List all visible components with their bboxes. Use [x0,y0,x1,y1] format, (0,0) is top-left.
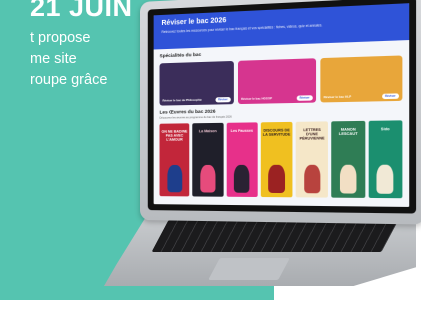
book-title: LETTRES D'UNE PÉRUVIENNE [299,127,325,141]
book-cover[interactable]: Sido [368,120,403,199]
book-illustration [376,164,394,194]
laptop-screen: Réviser le bac 2026 Retrouvez toutes les… [153,3,410,207]
books-row: ON NE BADINE PAS AVEC L'AMOUR La Maison … [159,120,403,199]
laptop-keyboard [151,220,399,252]
reviser-button[interactable]: Réviser [215,97,231,103]
card-label: Réviser le bac HGGSP [241,96,273,101]
book-title: La Maison [198,129,217,134]
book-cover[interactable]: LETTRES D'UNE PÉRUVIENNE [295,121,329,198]
book-cover[interactable]: Les Fausses [226,122,258,197]
book-illustration [303,164,321,194]
card-label: Réviser le bac de Philosophie [162,97,202,103]
book-illustration [268,164,285,194]
laptop-trackpad [208,258,290,280]
book-cover[interactable]: La Maison [192,122,224,197]
book-title: Sido [380,126,390,132]
book-title: MANON LESCAUT [338,127,358,137]
book-title: DISCOURS DE LA SERVITUDE [262,128,291,137]
book-cover[interactable]: DISCOURS DE LA SERVITUDE [260,121,293,198]
promo-heading: 21 JUIN [30,0,133,22]
reviser-button[interactable]: Réviser [296,95,313,101]
specialite-card[interactable]: Réviser le bac HLP Réviser [320,55,403,103]
specialite-card[interactable]: Réviser le bac de Philosophie Réviser [159,60,234,106]
reviser-button[interactable]: Réviser [381,93,400,100]
card-label: Réviser le bac HLP [323,94,352,100]
specialites-section: Spécialités du bac Réviser le bac de Phi… [154,40,410,106]
laptop-lid: Réviser le bac 2026 Retrouvez toutes les… [140,0,421,225]
book-title: Les Fausses [230,128,253,134]
book-cover[interactable]: ON NE BADINE PAS AVEC L'AMOUR [159,123,190,197]
specialites-cards: Réviser le bac de Philosophie Réviser Ré… [159,55,403,106]
book-illustration [339,164,357,194]
book-illustration [200,164,216,193]
book-cover[interactable]: MANON LESCAUT [331,120,365,198]
book-illustration [166,164,182,193]
book-illustration [234,164,250,193]
oeuvres-section: Les Œuvres du bac 2026 Découvrez les œuv… [154,101,410,199]
book-title: ON NE BADINE PAS AVEC L'AMOUR [161,129,188,142]
laptop-bezel: Réviser le bac 2026 Retrouvez toutes les… [147,0,417,214]
specialite-card[interactable]: Réviser le bac HGGSP Réviser [237,58,317,105]
